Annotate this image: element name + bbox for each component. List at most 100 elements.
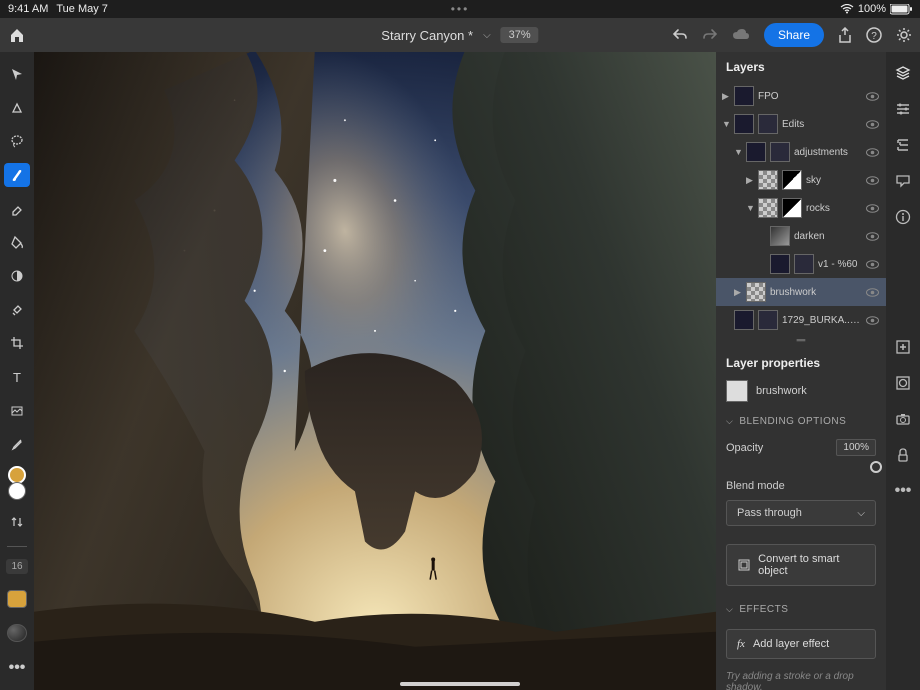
fill-tool-icon[interactable] <box>4 230 30 254</box>
disclosure-icon[interactable]: ▼ <box>734 147 742 157</box>
disclosure-icon[interactable]: ▼ <box>722 119 730 129</box>
layer-row[interactable]: darken <box>716 222 886 250</box>
battery-icon <box>890 4 912 15</box>
eyedropper-tool-icon[interactable] <box>4 432 30 456</box>
visibility-eye-icon[interactable] <box>866 120 880 129</box>
more-icon[interactable]: ••• <box>894 482 912 500</box>
disclosure-icon[interactable]: ▼ <box>746 203 754 213</box>
opacity-value[interactable]: 100% <box>836 439 876 456</box>
document-title[interactable]: Starry Canyon * <box>381 28 473 43</box>
swap-arrows-icon[interactable] <box>4 510 30 534</box>
layer-thumb <box>770 254 790 274</box>
status-date: Tue May 7 <box>56 3 108 15</box>
layer-label: adjustments <box>794 147 862 158</box>
help-icon[interactable]: ? <box>866 27 882 43</box>
layer-thumb <box>726 380 748 402</box>
multitask-dots-icon[interactable]: ••• <box>451 2 470 16</box>
eraser-tool-icon[interactable] <box>4 197 30 221</box>
layer-row[interactable]: 1729_BURKA...anced-NR33 <box>716 306 886 334</box>
color-chip[interactable] <box>7 590 27 608</box>
blending-options-header[interactable]: ⌵ BLENDING OPTIONS <box>716 406 886 433</box>
effects-header[interactable]: ⌵ EFFECTS <box>716 594 886 621</box>
lasso-tool-icon[interactable] <box>4 129 30 153</box>
svg-text:?: ? <box>871 31 877 42</box>
zoom-badge[interactable]: 37% <box>501 27 539 43</box>
visibility-eye-icon[interactable] <box>866 92 880 101</box>
layers-icon[interactable] <box>894 64 912 82</box>
title-bar: Starry Canyon * ⌵ 37% Share ? <box>0 18 920 52</box>
disclosure-icon[interactable]: ▶ <box>734 287 742 298</box>
convert-smart-object-button[interactable]: Convert to smart object <box>726 544 876 586</box>
color-swatches[interactable] <box>8 466 26 500</box>
layer-thumb <box>746 142 766 162</box>
gradient-tool-icon[interactable] <box>4 264 30 288</box>
layer-thumb <box>758 198 778 218</box>
panel-grip[interactable]: ━ <box>716 334 886 346</box>
visibility-eye-icon[interactable] <box>866 204 880 213</box>
more-icon[interactable]: ••• <box>4 656 30 680</box>
layer-row[interactable]: ▶sky <box>716 166 886 194</box>
layer-row[interactable]: ▼ adjustments <box>716 138 886 166</box>
layer-thumb <box>746 282 766 302</box>
brush-preview[interactable] <box>7 624 27 642</box>
disclosure-icon[interactable]: ▶ <box>722 91 730 102</box>
status-time: 9:41 AM <box>8 3 48 15</box>
home-indicator[interactable] <box>400 682 520 686</box>
visibility-eye-icon[interactable] <box>866 148 880 157</box>
layer-label: 1729_BURKA...anced-NR33 <box>782 315 862 326</box>
brush-size-value[interactable]: 16 <box>6 559 28 574</box>
visibility-eye-icon[interactable] <box>866 260 880 269</box>
camera-icon[interactable] <box>894 410 912 428</box>
left-tool-strip: T 16 ••• <box>0 52 34 690</box>
svg-text:T: T <box>13 370 21 384</box>
layer-thumb <box>734 114 754 134</box>
layers-panel-title: Layers <box>716 52 886 82</box>
visibility-eye-icon[interactable] <box>866 316 880 325</box>
home-icon[interactable] <box>8 26 26 44</box>
cloud-icon[interactable] <box>732 28 750 42</box>
properties-icon[interactable] <box>894 100 912 118</box>
layer-mask-thumb <box>770 142 790 162</box>
layer-row[interactable]: ▼Edits <box>716 110 886 138</box>
type-tool-icon[interactable]: T <box>4 365 30 389</box>
canvas[interactable] <box>34 52 716 690</box>
blend-mode-select[interactable]: Pass through ⌵ <box>726 500 876 526</box>
visibility-eye-icon[interactable] <box>866 288 880 297</box>
comments-icon[interactable] <box>894 172 912 190</box>
undo-icon[interactable] <box>672 28 688 42</box>
background-color-swatch[interactable] <box>8 482 26 500</box>
layer-thumb <box>734 86 754 106</box>
layers-panel: Layers ▶FPO▼Edits▼adjustments▶sky▼rocksd… <box>716 52 886 690</box>
place-tool-icon[interactable] <box>4 399 30 423</box>
export-icon[interactable] <box>838 27 852 43</box>
battery-percent: 100% <box>858 3 886 15</box>
info-icon[interactable] <box>894 208 912 226</box>
disclosure-icon[interactable]: ▶ <box>746 175 754 186</box>
brush-tool-icon[interactable] <box>4 163 30 187</box>
layer-label: darken <box>794 231 862 242</box>
layer-row[interactable]: v1 - %60 <box>716 250 886 278</box>
blend-mode-label: Blend mode <box>716 476 886 496</box>
slider-thumb[interactable] <box>870 461 882 473</box>
layer-label: rocks <box>806 203 862 214</box>
gear-icon[interactable] <box>896 27 912 43</box>
mask-icon[interactable] <box>894 374 912 392</box>
crop-tool-icon[interactable] <box>4 331 30 355</box>
selected-layer-row: brushwork <box>716 376 886 406</box>
visibility-eye-icon[interactable] <box>866 176 880 185</box>
adjustments-icon[interactable] <box>894 136 912 154</box>
layer-row[interactable]: ▶brushwork <box>716 278 886 306</box>
add-layer-effect-button[interactable]: fx Add layer effect <box>726 629 876 659</box>
move-tool-icon[interactable] <box>4 62 30 86</box>
add-layer-icon[interactable] <box>894 338 912 356</box>
layer-row[interactable]: ▼ rocks <box>716 194 886 222</box>
share-button[interactable]: Share <box>764 23 824 47</box>
healing-tool-icon[interactable] <box>4 298 30 322</box>
layer-row[interactable]: ▶FPO <box>716 82 886 110</box>
lock-icon[interactable] <box>894 446 912 464</box>
visibility-eye-icon[interactable] <box>866 232 880 241</box>
layer-properties-title: Layer properties <box>716 346 886 376</box>
chevron-down-icon[interactable]: ⌵ <box>483 30 491 41</box>
transform-tool-icon[interactable] <box>4 96 30 120</box>
redo-icon[interactable] <box>702 28 718 42</box>
